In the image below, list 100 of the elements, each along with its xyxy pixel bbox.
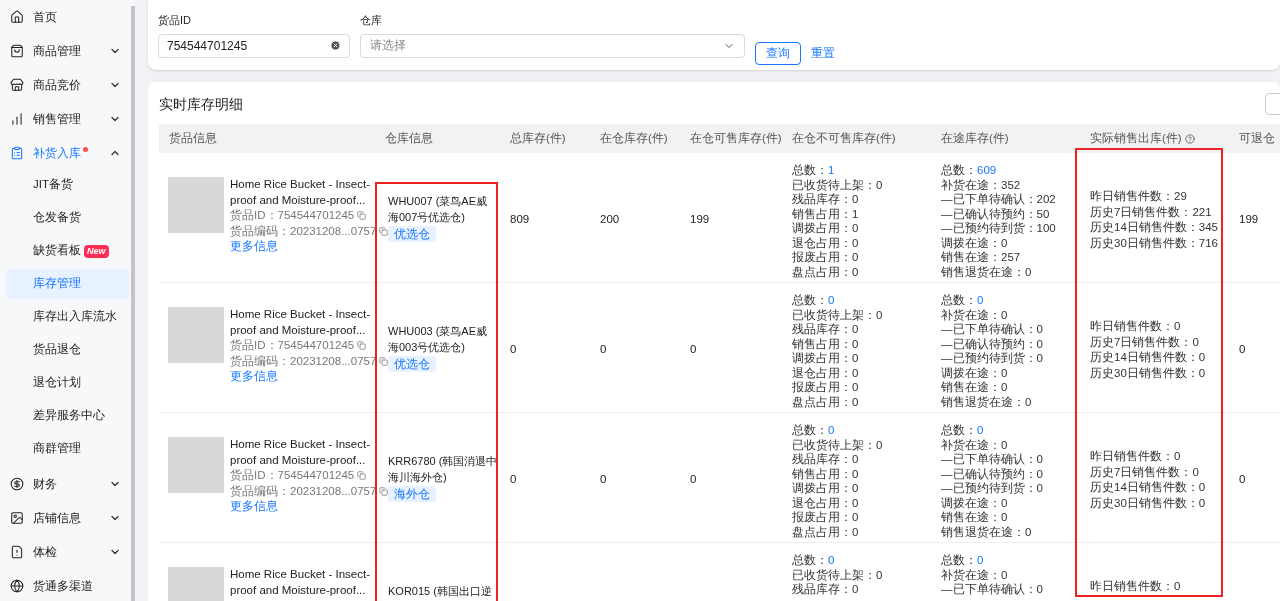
detail-line: 已收货待上架：0 bbox=[792, 307, 884, 322]
detail-line: 盘点占用：0 bbox=[792, 394, 860, 409]
new-badge: New bbox=[84, 244, 109, 258]
warehouse-tag: 优选仓 bbox=[388, 356, 436, 372]
warehouse-name: KRR6780 (韩国消退中海川海外仓) bbox=[388, 454, 498, 485]
sidebar-item[interactable]: 商品管理 bbox=[0, 34, 135, 68]
sidebar-subitem[interactable]: 商群管理 bbox=[6, 434, 129, 464]
stock-count: 0 bbox=[1239, 343, 1246, 355]
query-button[interactable]: 查询 bbox=[755, 42, 801, 65]
detail-line: 残品库存：0 bbox=[792, 582, 860, 597]
detail-line: —已预约待到货：0 bbox=[941, 481, 1044, 496]
detail-line: 盘点占用：0 bbox=[792, 524, 860, 539]
sales-line: 历史14日销售件数：0 bbox=[1090, 350, 1207, 365]
sidebar-item[interactable]: 首页 bbox=[0, 0, 135, 34]
detail-line: 退仓占用：0 bbox=[792, 235, 860, 250]
product-id-field[interactable]: 754544701245 bbox=[158, 33, 350, 58]
detail-line: —已确认待预约：50 bbox=[941, 206, 1051, 221]
stock-count: 0 bbox=[1239, 473, 1246, 485]
product-id: 货品ID：754544701245 bbox=[230, 338, 389, 354]
detail-line: 退仓占用：0 bbox=[792, 365, 860, 380]
detail-line: 已收货待上架：0 bbox=[792, 437, 884, 452]
more-info-link[interactable]: 更多信息 bbox=[230, 239, 389, 255]
sales-line: 历史14日销售件数：0 bbox=[1090, 480, 1207, 495]
detail-line: 销售占用：1 bbox=[792, 206, 860, 221]
detail-line: —已下单待确认：0 bbox=[941, 452, 1044, 467]
warehouse-select[interactable]: 请选择 bbox=[360, 33, 745, 58]
sidebar-item[interactable]: 体检 bbox=[0, 535, 135, 569]
detail-line: 总数：0 bbox=[792, 293, 836, 308]
more-info-link[interactable]: 更多信息 bbox=[230, 499, 389, 515]
sales-line: 昨日销售件数：0 bbox=[1090, 319, 1182, 334]
detail-line: 销售在途：257 bbox=[941, 250, 1022, 265]
sidebar-item[interactable]: 销售管理 bbox=[0, 102, 135, 136]
sales-line: 历史7日销售件数：0 bbox=[1090, 334, 1200, 350]
product-id: 货品ID：754544701245 bbox=[230, 208, 389, 224]
detail-line: 销售退货在途：0 bbox=[941, 264, 1033, 279]
sidebar-subitem[interactable]: 仓发备货 bbox=[6, 203, 129, 233]
detail-line: 报废占用：0 bbox=[792, 510, 860, 525]
detail-line: 总数：0 bbox=[941, 423, 985, 438]
stock-count: 199 bbox=[690, 213, 710, 225]
sidebar-item[interactable]: 财务 bbox=[0, 467, 135, 501]
detail-line: 补货在途：352 bbox=[941, 177, 1022, 192]
column-header: 总库存(件) bbox=[510, 130, 566, 146]
stock-count: 0 bbox=[600, 473, 607, 485]
stock-count: 0 bbox=[690, 343, 697, 355]
detail-line: 补货在途：0 bbox=[941, 437, 1009, 452]
product-title: Home Rice Bucket - Insect-proof and Moisture-proof... bbox=[230, 177, 370, 208]
table-title: 实时库存明细 bbox=[159, 94, 243, 114]
sales-line: 昨日销售件数：0 bbox=[1090, 449, 1182, 464]
product-code: 货品编码：20231208...0757 bbox=[230, 483, 389, 499]
column-header: 在仓不可售库存(件) bbox=[792, 130, 896, 146]
detail-line: 盘点占用：0 bbox=[792, 264, 860, 279]
detail-line: —已确认待预约：0 bbox=[941, 336, 1044, 351]
warehouse-tag: 优选仓 bbox=[388, 226, 436, 242]
sales-line: 历史30日销售件数：0 bbox=[1090, 495, 1207, 511]
sidebar-item[interactable]: 补货入库 bbox=[0, 136, 135, 170]
sidebar-subitem[interactable]: 差异服务中心 bbox=[6, 401, 129, 431]
sidebar-subitem[interactable]: JIT备货 bbox=[6, 170, 129, 200]
sidebar-subitem[interactable]: 库存管理 bbox=[6, 269, 129, 299]
detail-line: 销售退货在途：0 bbox=[941, 524, 1033, 539]
sidebar-item[interactable]: 店铺信息 bbox=[0, 501, 135, 535]
sidebar-subitem[interactable]: 退仓计划 bbox=[6, 368, 129, 398]
column-header: 在仓库存(件) bbox=[600, 130, 668, 146]
detail-line: 调拨在途：0 bbox=[941, 365, 1009, 380]
reset-link[interactable]: 重置 bbox=[811, 42, 835, 65]
sidebar-item[interactable]: 商品竞价 bbox=[0, 68, 135, 102]
more-info-link[interactable]: 更多信息 bbox=[230, 369, 389, 385]
column-header: 在仓可售库存(件) bbox=[690, 130, 782, 146]
detail-line: 销售占用：0 bbox=[792, 466, 860, 481]
detail-line: 调拨占用：0 bbox=[792, 481, 860, 496]
stock-count: 199 bbox=[1239, 213, 1259, 225]
sales-line: 昨日销售件数：0 bbox=[1090, 579, 1182, 594]
sidebar-item[interactable]: 货通多渠道 bbox=[0, 569, 135, 601]
sidebar-subitem[interactable]: 缺货看板 New bbox=[6, 236, 129, 266]
detail-line: —已预约待到货：0 bbox=[941, 351, 1044, 366]
product-id: 货品ID：754544701245 bbox=[230, 468, 389, 484]
detail-line: 总数：0 bbox=[941, 293, 985, 308]
sales-line: 历史7日销售件数：221 bbox=[1090, 204, 1213, 220]
detail-line: 补货在途：0 bbox=[941, 567, 1009, 582]
detail-line: 调拨在途：0 bbox=[941, 235, 1009, 250]
detail-line: 总数：609 bbox=[941, 163, 998, 178]
product-code: 货品编码：20231208...0757 bbox=[230, 223, 389, 239]
detail-line: —已下单待确认：0 bbox=[941, 582, 1044, 597]
stock-count: 0 bbox=[510, 473, 517, 485]
column-header: 仓库信息 bbox=[385, 130, 433, 146]
stock-count: 0 bbox=[600, 343, 607, 355]
product-title: Home Rice Bucket - Insect-proof and Moisture-proof... bbox=[230, 437, 370, 468]
stock-count: 0 bbox=[690, 473, 697, 485]
detail-line: —已确认待预约：0 bbox=[941, 466, 1044, 481]
stock-count: 0 bbox=[510, 343, 517, 355]
warehouse-name: KOR015 (韩国出口逆 bbox=[388, 584, 493, 599]
detail-line: 销售在途：0 bbox=[941, 380, 1009, 395]
column-header: 实际销售出库(件) bbox=[1090, 130, 1182, 146]
detail-line: —已下单待确认：202 bbox=[941, 192, 1057, 207]
sidebar-subitem[interactable]: 货品退仓 bbox=[6, 335, 129, 365]
detail-line: 已收货待上架：0 bbox=[792, 567, 884, 582]
detail-line: 总数：1 bbox=[792, 163, 836, 178]
detail-line: 总数：0 bbox=[792, 553, 836, 568]
field-label: 货品ID bbox=[158, 13, 192, 28]
sidebar-subitem[interactable]: 库存出入库流水 bbox=[6, 302, 129, 332]
product-title: Home Rice Bucket - Insect-proof and Moisture-proof... bbox=[230, 307, 370, 338]
